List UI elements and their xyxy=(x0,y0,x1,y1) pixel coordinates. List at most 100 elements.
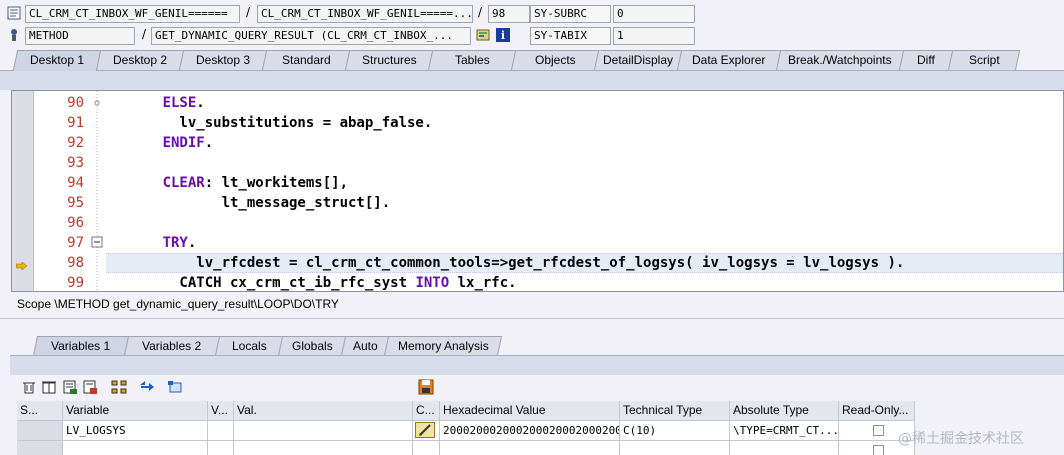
tab-globals[interactable]: Globals xyxy=(277,336,347,356)
event-name-field[interactable]: GET_DYNAMIC_QUERY_RESULT (CL_CRM_CT_INBO… xyxy=(151,27,471,45)
absolute-type-cell[interactable] xyxy=(730,441,839,455)
program-icon xyxy=(7,6,21,20)
code-token: : lt_workitems[], xyxy=(204,175,349,191)
tab-desktop-2[interactable]: Desktop 2 xyxy=(95,50,185,71)
tab-diff[interactable]: Diff xyxy=(898,50,954,71)
tab-label: Standard xyxy=(281,53,331,67)
code-line[interactable]: CATCH cx_crm_ct_ib_rfc_syst INTO lx_rfc. xyxy=(112,273,517,291)
code-line[interactable]: CLEAR: lt_workitems[], xyxy=(112,173,348,193)
tab-tables[interactable]: Tables xyxy=(427,50,517,71)
include-field[interactable]: CL_CRM_CT_INBOX_WF_GENIL=====... xyxy=(257,5,473,23)
tab-label: Desktop 1 xyxy=(29,53,85,67)
tab-label: Variables 2 xyxy=(142,339,202,353)
column-header-v[interactable]: V... xyxy=(208,401,234,421)
hierarchy-icon[interactable] xyxy=(111,379,127,395)
tab-memory-analysis[interactable]: Memory Analysis xyxy=(383,336,503,356)
tab-desktop-3[interactable]: Desktop 3 xyxy=(178,50,268,71)
separator: / xyxy=(142,27,147,41)
variable-name-cell[interactable] xyxy=(63,441,208,455)
method-icon xyxy=(7,28,21,42)
tab-standard[interactable]: Standard xyxy=(261,50,351,71)
table-row[interactable] xyxy=(17,441,915,455)
transfer-icon[interactable] xyxy=(139,379,155,395)
value-cell[interactable] xyxy=(234,441,413,455)
code-line[interactable]: lv_substitutions = abap_false. xyxy=(112,113,432,133)
code-token: lx_rfc. xyxy=(449,275,517,291)
tab-detaildisplay[interactable]: DetailDisplay xyxy=(593,50,683,71)
source-code-editor[interactable]: 90 ELSE. 91 lv_substitutions = abap_false… xyxy=(11,90,1064,292)
column-header-technical-type[interactable]: Technical Type xyxy=(620,401,730,421)
keyword-token: TRY xyxy=(162,235,188,251)
sysfield-value-subrc[interactable]: 0 xyxy=(613,5,695,23)
code-line[interactable]: TRY. xyxy=(112,233,197,253)
line-number: 98 xyxy=(67,255,84,271)
sysfield-label-tabix[interactable]: SY-TABIX xyxy=(530,27,611,45)
code-line[interactable]: lv_rfcdest = cl_crm_ct_common_tools=>get… xyxy=(112,253,904,273)
value-cell[interactable] xyxy=(234,421,413,441)
column-header-hex[interactable]: Hexadecimal Value xyxy=(440,401,620,421)
code-line[interactable]: ELSE. xyxy=(112,93,205,113)
tab-structures[interactable]: Structures xyxy=(344,50,434,71)
fold-area xyxy=(88,91,106,291)
tab-variables-2[interactable]: Variables 2 xyxy=(123,336,221,356)
tab-variables-1[interactable]: Variables 1 xyxy=(32,336,130,356)
delete-all-icon[interactable] xyxy=(41,379,57,395)
tab-locals[interactable]: Locals xyxy=(214,336,284,356)
change-cell[interactable] xyxy=(413,421,440,441)
save-icon[interactable] xyxy=(418,379,434,395)
column-header-val[interactable]: Val. xyxy=(234,401,413,421)
sysfield-label-subrc[interactable]: SY-SUBRC xyxy=(530,5,611,23)
variable-name-cell[interactable]: LV_LOGSYS xyxy=(63,421,208,441)
row-selector[interactable] xyxy=(17,441,63,455)
column-header-variable[interactable]: Variable xyxy=(63,401,208,421)
tab-label: Variables 1 xyxy=(51,339,111,353)
program-field[interactable]: CL_CRM_CT_INBOX_WF_GENIL====== xyxy=(25,5,240,23)
scope-display: Scope \METHOD get_dynamic_query_result\L… xyxy=(17,297,339,311)
tab-strip-bar xyxy=(0,70,1064,90)
tab-desktop-1[interactable]: Desktop 1 xyxy=(12,50,102,71)
tab-script[interactable]: Script xyxy=(947,50,1021,71)
event-type-field[interactable]: METHOD xyxy=(25,27,135,45)
tab-data-explorer[interactable]: Data Explorer xyxy=(676,50,782,71)
code-line[interactable]: ENDIF. xyxy=(112,133,214,153)
keyword-token: ENDIF xyxy=(162,135,205,151)
technical-type-cell[interactable] xyxy=(620,441,730,455)
save-variables-icon[interactable] xyxy=(62,379,78,395)
tab-objects[interactable]: Objects xyxy=(510,50,600,71)
tab-label: Objects xyxy=(534,53,576,67)
header-row-event: METHOD / GET_DYNAMIC_QUERY_RESULT (CL_CR… xyxy=(0,26,700,46)
info-icon[interactable]: i xyxy=(496,28,510,42)
technical-type-cell[interactable]: C(10) xyxy=(620,421,730,441)
separator: / xyxy=(478,5,483,19)
table-row[interactable]: LV_LOGSYS 2000200020002000200020002000..… xyxy=(17,421,915,441)
change-cell[interactable] xyxy=(413,441,440,455)
edit-pencil-icon[interactable] xyxy=(415,422,435,438)
code-line[interactable]: lt_message_struct[]. xyxy=(112,193,391,213)
splitter[interactable] xyxy=(0,318,1064,319)
code-token: lt_message_struct[]. xyxy=(112,195,391,211)
column-header-s[interactable]: S... xyxy=(17,401,63,421)
column-header-c[interactable]: C... xyxy=(413,401,440,421)
tab-label: DetailDisplay xyxy=(602,53,674,67)
hex-value-cell[interactable] xyxy=(440,441,620,455)
details-icon[interactable] xyxy=(167,379,183,395)
line-number-field[interactable]: 98 xyxy=(488,5,530,23)
load-variables-icon[interactable] xyxy=(82,379,98,395)
display-object-icon[interactable] xyxy=(476,28,490,42)
sysfield-value-tabix[interactable]: 1 xyxy=(613,27,695,45)
v-cell[interactable] xyxy=(208,441,234,455)
tab-label: Memory Analysis xyxy=(397,339,489,353)
keyword-token: CLEAR xyxy=(162,175,205,191)
column-header-absolute-type[interactable]: Absolute Type xyxy=(730,401,839,421)
line-number: 99 xyxy=(67,275,84,291)
row-selector[interactable] xyxy=(17,421,63,441)
absolute-type-cell[interactable]: \TYPE=CRMT_CT... xyxy=(730,421,839,441)
column-header-read-only[interactable]: Read-Only... xyxy=(839,401,915,421)
hex-value-cell[interactable]: 2000200020002000200020002000... xyxy=(440,421,620,441)
tab-label: Locals xyxy=(231,339,267,353)
tab-auto[interactable]: Auto xyxy=(340,336,390,356)
tab-break-watchpoints[interactable]: Break./Watchpoints xyxy=(775,50,905,71)
v-cell[interactable] xyxy=(208,421,234,441)
delete-icon[interactable] xyxy=(21,379,37,395)
